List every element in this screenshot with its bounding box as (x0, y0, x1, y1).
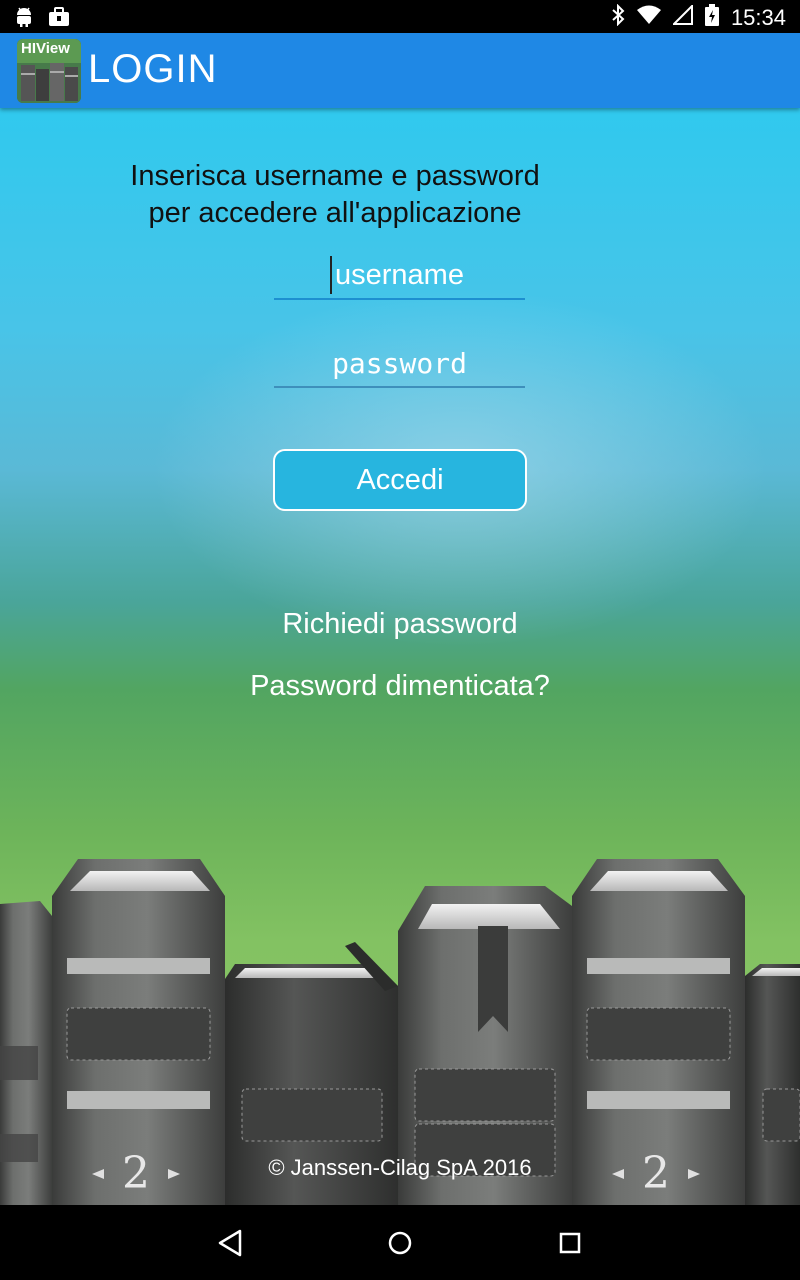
password-field[interactable] (274, 340, 525, 388)
login-screen: Inserisca username e password per accede… (0, 108, 800, 1205)
login-button[interactable]: Accedi (273, 449, 527, 511)
instruction-line-2: per accedere all'applicazione (148, 197, 522, 229)
text-cursor (330, 256, 332, 294)
copyright-notice: © Janssen-Cilag SpA 2016 (268, 1155, 532, 1180)
app-logo-text: HIView (21, 40, 70, 57)
username-field[interactable] (274, 252, 525, 300)
bluetooth-icon (611, 3, 625, 31)
page-title: LOGIN (88, 47, 218, 91)
battery-charging-icon (704, 4, 719, 31)
instruction-line-1: Inserisca username e password (130, 160, 540, 192)
app-logo: HIView (17, 39, 81, 103)
briefcase-icon (48, 7, 70, 32)
system-nav-bar (0, 1205, 800, 1280)
android-icon (14, 6, 34, 33)
status-bar: 15:34 (0, 0, 800, 33)
recents-icon[interactable] (550, 1223, 590, 1263)
back-icon[interactable] (210, 1223, 250, 1263)
password-input[interactable] (274, 340, 525, 386)
username-input[interactable] (274, 252, 525, 298)
forgot-password-link[interactable]: Password dimenticata? (0, 670, 800, 703)
home-icon[interactable] (380, 1223, 420, 1263)
signal-off-icon (671, 3, 693, 30)
app-bar: HIView LOGIN (0, 33, 800, 108)
wifi-icon (636, 5, 661, 30)
request-password-link[interactable]: Richiedi password (0, 608, 800, 641)
books-illustration: 2 3 2 (0, 859, 800, 1205)
clock: 15:34 (730, 4, 786, 30)
login-instructions: Inserisca username e password per accede… (0, 158, 670, 232)
